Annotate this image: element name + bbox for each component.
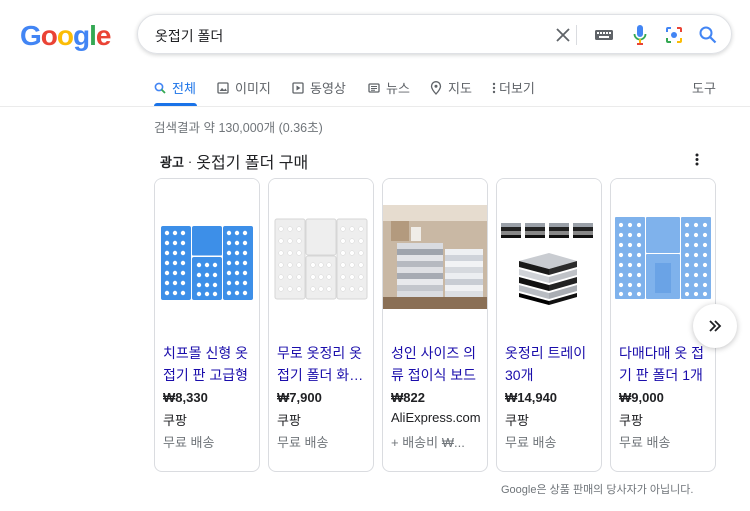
product-seller: 쿠팡 [277,413,301,428]
product-price: ₩14,940 [505,390,558,405]
tab-label: 지도 [448,81,472,96]
carousel-next-button[interactable] [693,304,737,348]
video-icon [292,81,304,94]
keyboard-icon[interactable] [593,24,615,46]
news-icon [368,82,380,93]
search-box[interactable]: 옷접기 폴더 [137,14,732,54]
map-pin-icon [430,80,442,95]
product-image-blue-board[interactable] [155,179,259,336]
ad-label: 광고 [160,154,184,170]
product-title[interactable]: 옷정리 트레이 30개 [505,343,599,386]
product-image-stacked-trays[interactable] [497,179,601,336]
tab-more[interactable]: 더보기 [492,78,535,97]
product-card[interactable]: 옷정리 트레이 30개 ₩14,940 쿠팡 무료 배송 [496,178,602,472]
product-title[interactable]: 성인 사이즈 의류 접이식 보드 [391,343,485,386]
product-title[interactable]: 치프몰 신형 옷접기 판 고급형 [163,343,257,386]
image-icon [217,81,229,94]
tools-button[interactable]: 도구 [692,78,716,97]
product-card[interactable]: 무로 옷정리 옷접기 폴더 화이트 ₩7,900 쿠팡 무료 배송 [268,178,374,472]
product-image-white-board[interactable] [269,179,373,336]
product-price: ₩7,900 [277,390,322,405]
tab-label: 전체 [172,81,196,96]
search-divider [576,25,577,45]
product-card[interactable]: 치프몰 신형 옷접기 판 고급형 ₩8,330 쿠팡 무료 배송 [154,178,260,472]
tab-maps[interactable]: 지도 [430,78,472,97]
ad-heading-text: 옷접기 폴더 구매 [196,155,309,172]
product-seller: 쿠팡 [619,413,643,428]
product-title[interactable]: 무로 옷정리 옷접기 폴더 화이트 [277,343,371,386]
search-icon [154,82,166,94]
tab-all[interactable]: 전체 [154,78,196,97]
product-shipping: + 배송비 ₩... [391,435,465,450]
product-price: ₩822 [391,390,425,405]
tab-news[interactable]: 뉴스 [368,78,410,97]
product-seller: 쿠팡 [505,413,529,428]
tools-label: 도구 [692,81,716,96]
product-price: ₩8,330 [163,390,208,405]
product-shipping: 무료 배송 [277,435,329,450]
logo-letter: e [95,20,112,51]
product-card[interactable]: 성인 사이즈 의류 접이식 보드 ₩822 AliExpress.com + 배… [382,178,488,472]
header-divider [0,106,750,107]
tab-images[interactable]: 이미지 [217,78,271,97]
tab-label: 이미지 [235,81,271,96]
tab-label: 더보기 [499,81,535,96]
product-shipping: 무료 배송 [619,435,671,450]
product-image-folded-clothes[interactable] [383,179,487,336]
product-price: ₩9,000 [619,390,664,405]
tab-videos[interactable]: 동영상 [292,78,346,97]
search-input[interactable]: 옷접기 폴더 [155,26,223,46]
ads-heading: 광고 · 옷접기 폴더 구매 [160,149,308,173]
result-stats: 검색결과 약 130,000개 (0.36초) [154,121,323,135]
more-vert-icon [492,82,496,93]
google-logo[interactable]: Google [20,20,112,52]
tab-label: 동영상 [310,81,346,96]
product-title[interactable]: 다매다매 옷 접기 판 폴더 1개 [619,343,713,386]
more-options-icon[interactable] [690,150,704,168]
product-shipping: 무료 배송 [163,435,215,450]
microphone-icon[interactable] [629,24,651,46]
logo-letter: o [40,20,58,51]
product-shipping: 무료 배송 [505,435,557,450]
camera-lens-icon[interactable] [663,24,685,46]
logo-letter: l [89,20,97,51]
search-tabs: 전체 이미지 동영상 뉴스 지도 더보기 도구 [0,74,750,106]
logo-letter: g [73,20,90,51]
ad-separator: · [187,153,193,169]
chevron-double-right-icon [709,320,722,332]
logo-letter: G [20,20,42,51]
product-seller: 쿠팡 [163,413,187,428]
clear-icon[interactable] [552,24,574,46]
ad-disclaimer: Google은 상품 판매의 당사자가 아닙니다. [501,484,694,496]
logo-letter: o [56,20,74,51]
product-seller: AliExpress.com [391,410,481,425]
search-icon[interactable] [697,24,719,46]
tab-label: 뉴스 [386,81,410,96]
